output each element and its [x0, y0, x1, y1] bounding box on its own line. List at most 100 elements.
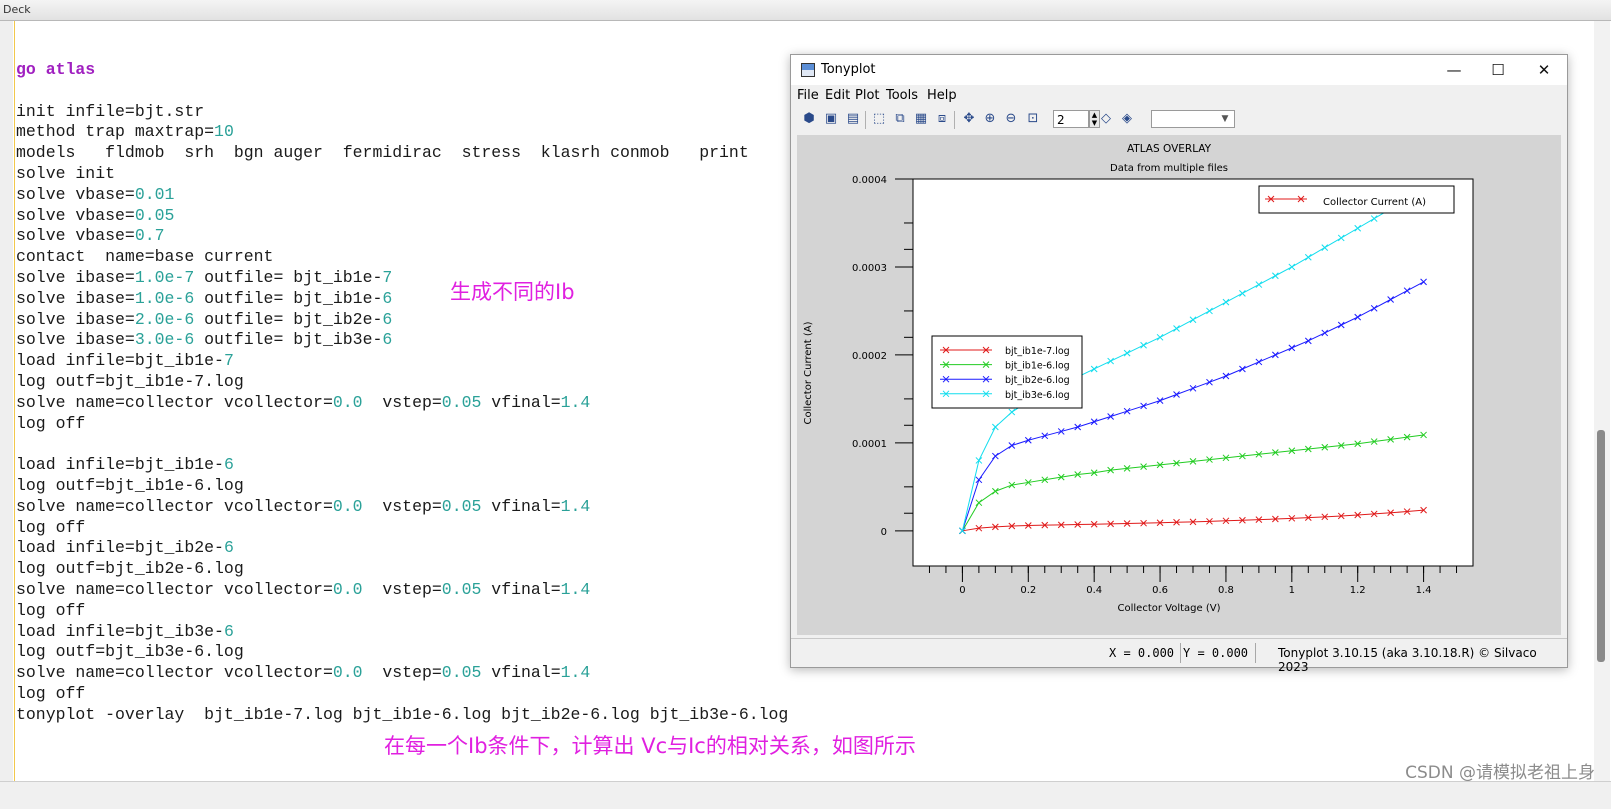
zoom-out-icon[interactable]: ⊖ — [1003, 111, 1019, 127]
tonyplot-titlebar[interactable]: Tonyplot — ☐ ✕ — [791, 55, 1567, 85]
annotation-vc-ic-relation: 在每一个Ib条件下，计算出 Vc与Ic的相对关系，如图所示 — [384, 734, 916, 758]
toolbar-separator — [865, 111, 866, 129]
y-axis-label: Collector Current (A) — [803, 321, 814, 424]
code-line[interactable]: tonyplot -overlay bjt_ib1e-7.log bjt_ib1… — [16, 705, 788, 726]
load-icon[interactable]: ⬢ — [801, 111, 817, 127]
code-line[interactable]: solve name=collector vcollector=0.0 vste… — [16, 497, 788, 518]
code-number: 0.0 — [332, 579, 363, 599]
code-number: 6 — [382, 288, 393, 308]
code-line[interactable]: solve ibase=2.0e-6 outfile= bjt_ib2e-6 — [16, 310, 788, 331]
code-line[interactable]: solve name=collector vcollector=0.0 vste… — [16, 393, 788, 414]
menu-help[interactable]: Help — [927, 88, 957, 103]
print-icon[interactable]: ▤ — [845, 111, 861, 127]
code-line[interactable]: log outf=bjt_ib1e-6.log — [16, 476, 788, 497]
minimize-button[interactable]: — — [1431, 55, 1477, 85]
code-line[interactable]: load infile=bjt_ib2e-6 — [16, 538, 788, 559]
code-line[interactable]: init infile=bjt.str — [16, 102, 788, 123]
x-tick-label: 0.2 — [1020, 585, 1036, 596]
code-line[interactable]: log off — [16, 414, 788, 435]
code-number: 0.05 — [441, 496, 482, 516]
code-text: load infile=bjt_ib1e- — [16, 351, 224, 371]
code-text: solve ibase= — [16, 288, 135, 308]
code-number: 0.0 — [332, 496, 363, 516]
code-line[interactable]: load infile=bjt_ib3e-6 — [16, 622, 788, 643]
zoom-field[interactable]: 2 — [1053, 110, 1089, 128]
legend-label: bjt_ib2e-6.log — [1005, 375, 1070, 386]
code-text: outfile= bjt_ib2e- — [194, 309, 383, 329]
code-line[interactable]: solve ibase=3.0e-6 outfile= bjt_ib3e-6 — [16, 330, 788, 351]
code-line[interactable]: solve name=collector vcollector=0.0 vste… — [16, 663, 788, 684]
code-number: 0.0 — [332, 392, 363, 412]
code-line[interactable]: solve ibase=1.0e-7 outfile= bjt_ib1e-7 — [16, 268, 788, 289]
code-line[interactable] — [16, 81, 788, 102]
code-text: solve vbase= — [16, 205, 135, 225]
code-number: 0.01 — [134, 184, 175, 204]
code-text: solve name=collector vcollector= — [16, 579, 333, 599]
prev-icon[interactable]: ◇ — [1098, 111, 1114, 127]
code-line[interactable]: go atlas — [16, 60, 788, 81]
code-line[interactable]: solve ibase=1.0e-6 outfile= bjt_ib1e-6 — [16, 289, 788, 310]
scrollbar-thumb[interactable] — [1597, 430, 1605, 662]
duplicate-icon[interactable]: ⧈ — [934, 111, 950, 127]
code-line[interactable]: log outf=bjt_ib3e-6.log — [16, 642, 788, 663]
legend-label: bjt_ib1e-7.log — [1005, 346, 1070, 357]
code-text: log off — [16, 517, 86, 537]
code-line[interactable]: method trap maxtrap=10 — [16, 122, 788, 143]
x-tick-label: 0.4 — [1086, 585, 1102, 596]
y-tick-label: 0.0002 — [852, 351, 887, 362]
code-text: load infile=bjt_ib3e- — [16, 621, 224, 641]
vertical-scrollbar[interactable] — [1594, 21, 1610, 781]
zoom-in-icon[interactable]: ⊕ — [982, 111, 998, 127]
code-line[interactable]: solve vbase=0.7 — [16, 226, 788, 247]
version-label: Tonyplot 3.10.15 (aka 3.10.18.R) © Silva… — [1278, 646, 1537, 674]
code-line[interactable]: load infile=bjt_ib1e-7 — [16, 351, 788, 372]
code-line[interactable]: log off — [16, 601, 788, 622]
code-line[interactable]: solve name=collector vcollector=0.0 vste… — [16, 580, 788, 601]
code-line[interactable]: log off — [16, 518, 788, 539]
code-line[interactable]: solve init — [16, 164, 788, 185]
code-line[interactable] — [16, 434, 788, 455]
pan-icon[interactable]: ✥ — [961, 111, 977, 127]
zoom-box-icon[interactable]: ⊡ — [1025, 111, 1041, 127]
code-text: solve vbase= — [16, 226, 135, 246]
next-icon[interactable]: ◈ — [1119, 111, 1135, 127]
code-text: vstep= — [362, 579, 442, 599]
code-line[interactable]: contact name=base current — [16, 247, 788, 268]
tonyplot-window: Tonyplot — ☐ ✕ File Edit Plot Tools Help… — [790, 54, 1568, 674]
code-number: 0.05 — [441, 663, 482, 683]
menu-plot[interactable]: Plot — [855, 88, 880, 103]
code-number: 0.7 — [134, 226, 165, 246]
y-tick-label: 0.0001 — [852, 439, 887, 450]
menu-file[interactable]: File — [797, 88, 819, 103]
code-line[interactable]: log outf=bjt_ib2e-6.log — [16, 559, 788, 580]
delete-icon[interactable]: ▦ — [913, 111, 929, 127]
plot-area[interactable]: ATLAS OVERLAY Data from multiple files C… — [797, 135, 1561, 635]
menu-bar: File Edit Plot Tools Help — [791, 85, 1567, 107]
code-line[interactable]: solve vbase=0.01 — [16, 185, 788, 206]
code-line[interactable]: log outf=bjt_ib1e-7.log — [16, 372, 788, 393]
code-line[interactable]: solve vbase=0.05 — [16, 206, 788, 227]
select-icon[interactable]: ⬚ — [871, 111, 887, 127]
maximize-button[interactable]: ☐ — [1475, 55, 1521, 85]
chart-subtitle: Data from multiple files — [1110, 163, 1228, 174]
deck-code-editor[interactable]: go atlas init infile=bjt.str method trap m… — [16, 60, 788, 726]
x-axis-label: Collector Voltage (V) — [1118, 603, 1221, 614]
code-number: 1.4 — [560, 496, 591, 516]
code-line[interactable]: models fldmob srh bgn auger fermidirac s… — [16, 143, 788, 164]
code-number: 7 — [382, 267, 393, 287]
annotation-generate-ib: 生成不同的Ib — [450, 280, 575, 304]
code-line[interactable]: load infile=bjt_ib1e-6 — [16, 455, 788, 476]
legend-label: bjt_ib3e-6.log — [1005, 390, 1070, 401]
gutter-divider — [14, 21, 15, 781]
copy-icon[interactable]: ⧉ — [892, 111, 908, 127]
menu-edit[interactable]: Edit — [825, 88, 850, 103]
close-button[interactable]: ✕ — [1521, 55, 1567, 85]
save-icon[interactable]: ▣ — [823, 111, 839, 127]
code-line[interactable]: log off — [16, 684, 788, 705]
code-text: solve name=collector vcollector= — [16, 663, 333, 683]
chevron-down-icon[interactable]: ▼ — [1217, 111, 1233, 127]
menu-tools[interactable]: Tools — [886, 88, 918, 103]
code-number: 10 — [214, 122, 234, 142]
zoom-spinner[interactable]: ▲ ▼ — [1089, 110, 1100, 128]
code-text: init infile=bjt.str — [16, 101, 205, 121]
